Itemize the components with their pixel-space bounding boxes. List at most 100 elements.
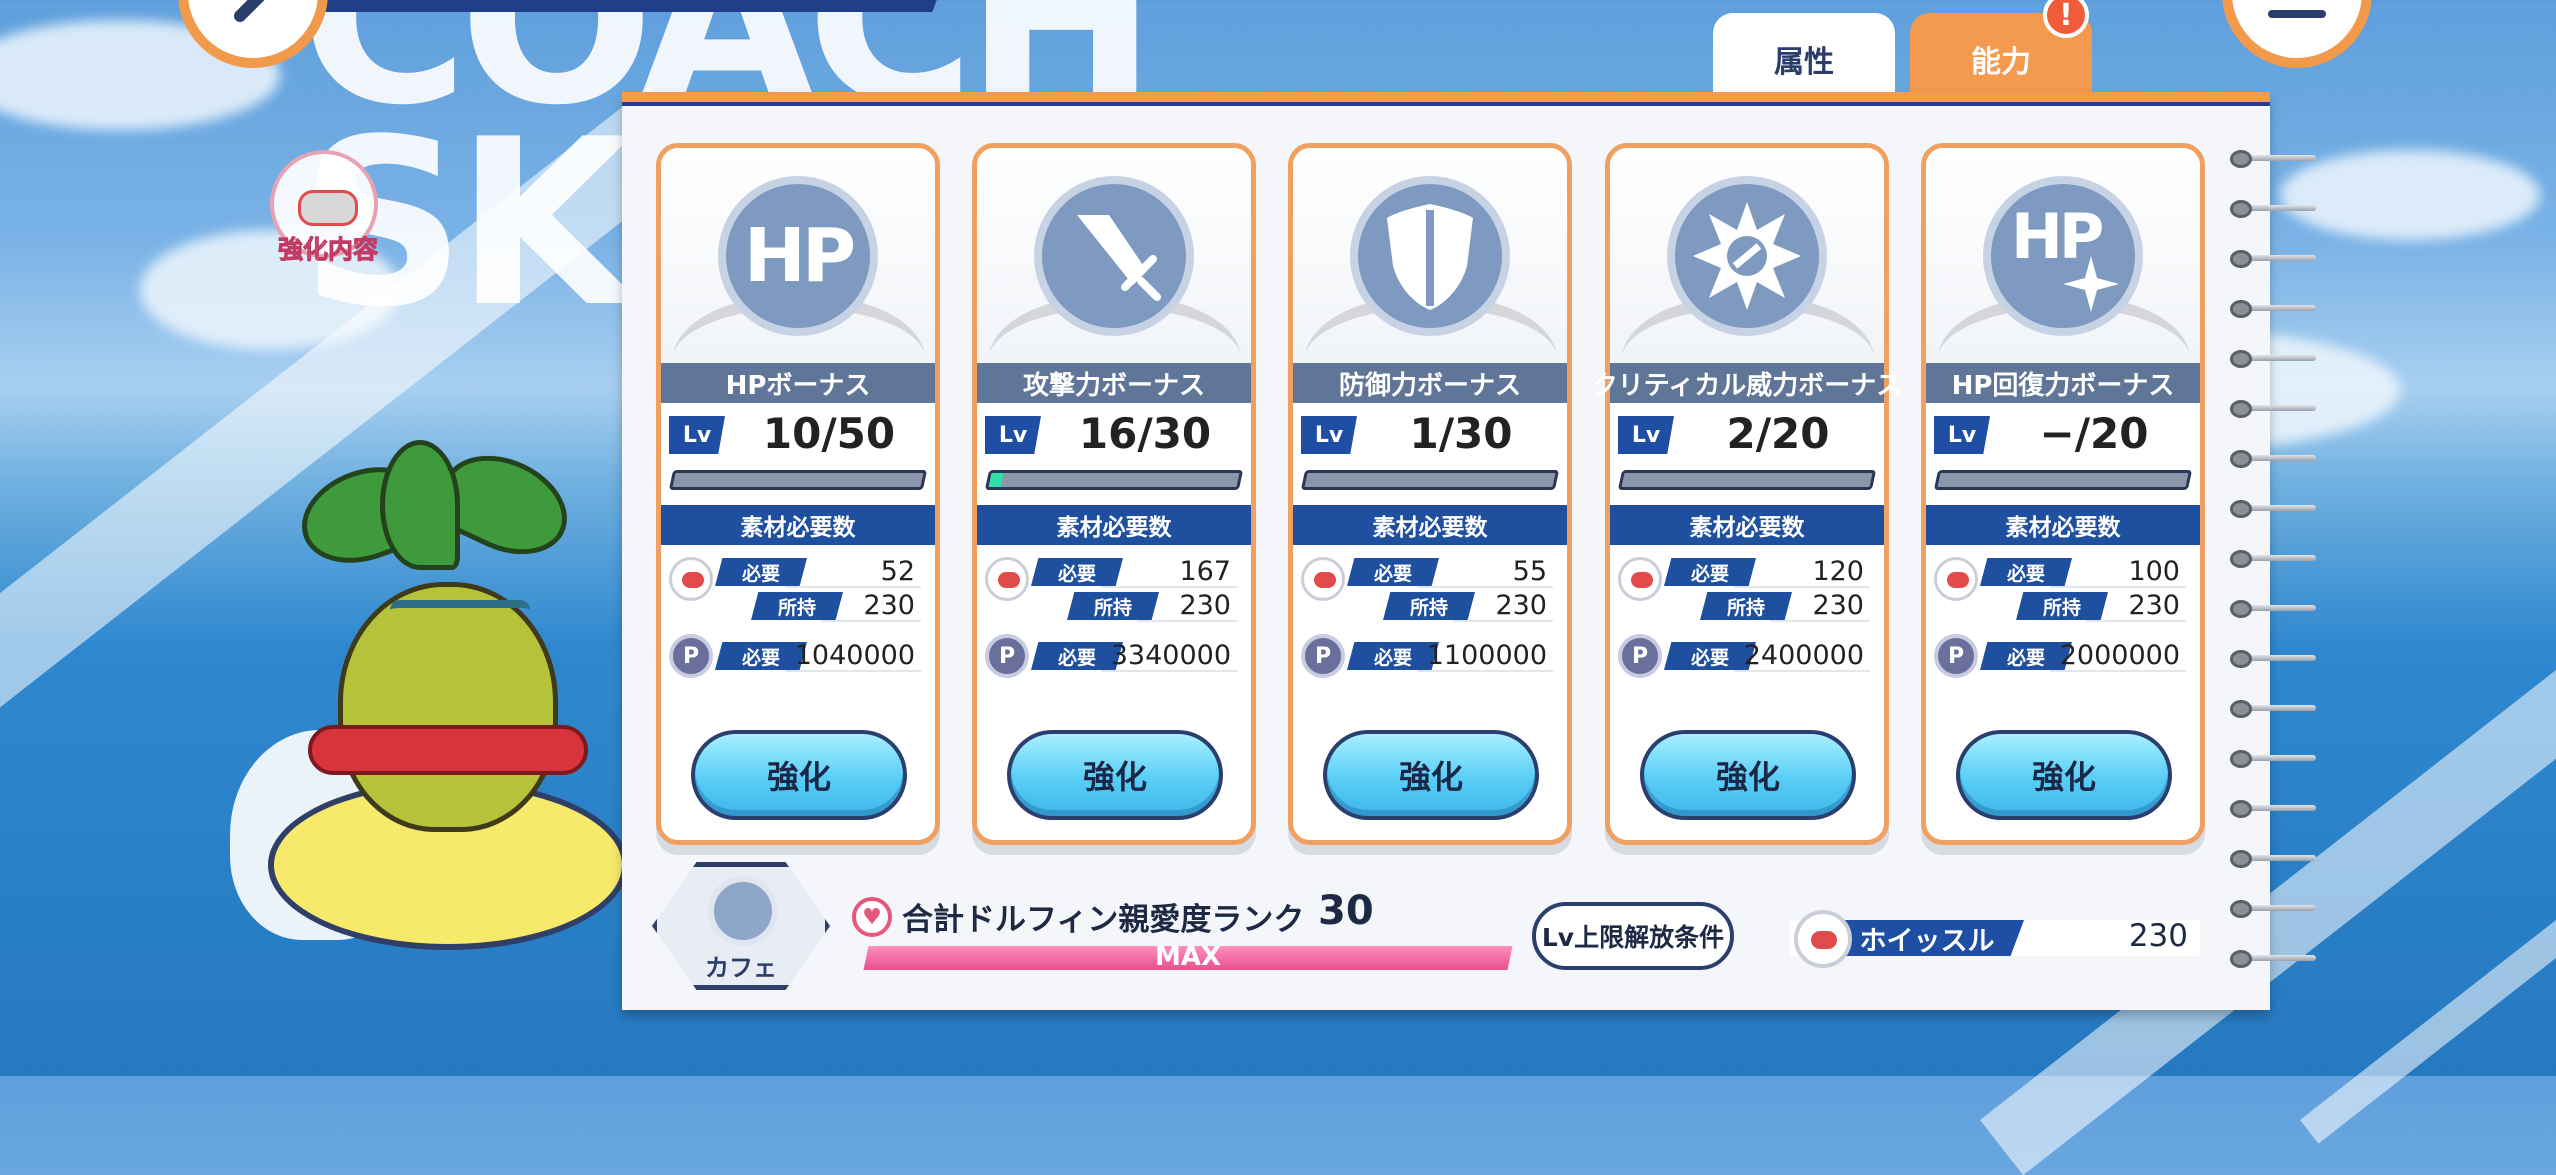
menu-button[interactable] — [2222, 0, 2372, 68]
coin-icon: P — [985, 634, 1029, 678]
whistle-required-row: 必要 100 — [1980, 556, 2186, 588]
owned-label: 所持 — [751, 592, 843, 620]
coin-icon: P — [669, 634, 713, 678]
materials-required-header: 素材必要数 — [1610, 505, 1884, 545]
level-progress-fill — [988, 473, 1004, 487]
binding-ring — [2230, 200, 2316, 218]
coin-icon: P — [1301, 634, 1345, 678]
whistle-required-value: 167 — [1179, 556, 1231, 587]
binding-ring — [2230, 250, 2316, 268]
binding-ring — [2230, 700, 2316, 718]
shield-icon — [1350, 176, 1510, 336]
level-tag: Lv — [1618, 416, 1674, 454]
affection-rank-label: 合計ドルフィン親愛度ランク — [902, 902, 1305, 938]
coin-required-value: 3340000 — [1110, 640, 1231, 671]
whistle-owned-row: 所持 230 — [1383, 590, 1553, 622]
coin-required-row: 必要 2000000 — [1980, 642, 2186, 672]
required-label: 必要 — [1031, 558, 1123, 586]
card-icon-area: HP — [1926, 148, 2200, 363]
coin-required-value: 1100000 — [1426, 640, 1547, 671]
level-tag: Lv — [669, 416, 725, 454]
card-icon-area — [1293, 148, 1567, 363]
enhance-content-label[interactable]: 強化内容 — [268, 230, 388, 266]
enhance-button[interactable]: 強化 — [1640, 730, 1856, 820]
required-label: 必要 — [1980, 558, 2072, 586]
required-label: 必要 — [1031, 642, 1123, 670]
level-value: −/20 — [2039, 409, 2149, 458]
hp-recovery-icon: HP — [1983, 176, 2143, 336]
level-progress-fill — [1937, 473, 1941, 487]
ability-title: HP回復力ボーナス — [1926, 363, 2200, 403]
level-value: 2/20 — [1726, 409, 1830, 458]
level-value: 16/30 — [1078, 409, 1212, 458]
back-button[interactable] — [178, 0, 328, 68]
whistle-owned-value: 230 — [1495, 590, 1547, 621]
ability-card: HP HPボーナス Lv 10/50 素材必要数 必要 52 所持 230 P … — [656, 143, 940, 845]
whistle-required-value: 55 — [1512, 556, 1547, 587]
binding-ring — [2230, 800, 2316, 818]
required-label: 必要 — [1664, 558, 1756, 586]
cafe-icon — [708, 876, 778, 946]
whistle-required-value: 100 — [2128, 556, 2180, 587]
enhance-button[interactable]: 強化 — [691, 730, 907, 820]
owned-label: 所持 — [1383, 592, 1475, 620]
whistle-icon — [1618, 557, 1662, 601]
flower-lei — [308, 725, 588, 775]
whistle-required-row: 必要 52 — [715, 556, 921, 588]
owned-label: 所持 — [2016, 592, 2108, 620]
whistle-owned-value: 230 — [2128, 590, 2180, 621]
level-progress-bar — [984, 470, 1244, 490]
binding-ring — [2230, 850, 2316, 868]
heart-icon: ♥ — [852, 897, 892, 937]
whistle-owned-row: 所持 230 — [751, 590, 921, 622]
materials-required-header: 素材必要数 — [661, 505, 935, 545]
required-label: 必要 — [715, 558, 807, 586]
binding-ring — [2230, 750, 2316, 768]
binding-ring — [2230, 500, 2316, 518]
level-tag: Lv — [1301, 416, 1357, 454]
binding-ring — [2230, 400, 2316, 418]
whistle-required-value: 52 — [880, 556, 915, 587]
level-tag: Lv — [1934, 416, 1990, 454]
enhance-button[interactable]: 強化 — [1007, 730, 1223, 820]
required-label: 必要 — [1980, 642, 2072, 670]
binding-ring — [2230, 550, 2316, 568]
level-progress-bar — [668, 470, 928, 490]
owned-label: 所持 — [1067, 592, 1159, 620]
whistle-owned-row: 所持 230 — [1700, 592, 1870, 622]
enhance-button[interactable]: 強化 — [1323, 730, 1539, 820]
binding-ring — [2230, 900, 2316, 918]
affection-rank-value: 30 — [1318, 888, 1374, 934]
level-progress-bar — [1617, 470, 1877, 490]
header-banner — [312, 0, 948, 12]
binding-ring — [2230, 600, 2316, 618]
level-limit-conditions-button[interactable]: Lv上限解放条件 — [1532, 902, 1734, 970]
whistle-icon — [985, 557, 1029, 601]
whistle-owned-value: 230 — [1179, 590, 1231, 621]
materials-required-header: 素材必要数 — [1926, 505, 2200, 545]
ability-title: クリティカル威力ボーナス — [1592, 363, 1902, 403]
binding-ring — [2230, 450, 2316, 468]
whistle-icon — [1301, 557, 1345, 601]
owned-label: 所持 — [1700, 592, 1792, 620]
level-value: 1/30 — [1409, 409, 1513, 458]
ability-title: 攻撃力ボーナス — [977, 363, 1251, 403]
whistle-required-row: 必要 55 — [1347, 556, 1553, 588]
whistle-required-value: 120 — [1812, 556, 1864, 587]
required-label: 必要 — [1347, 558, 1439, 586]
whistle-required-row: 必要 167 — [1031, 556, 1237, 588]
critical-burst-icon — [1667, 176, 1827, 336]
enhance-button[interactable]: 強化 — [1956, 730, 2172, 820]
level-progress-fill — [1304, 473, 1308, 487]
coin-required-row: 必要 2400000 — [1664, 640, 1870, 672]
affection-rank-max-text: MAX — [1154, 942, 1222, 972]
coin-required-row: 必要 1040000 — [715, 642, 921, 672]
coin-required-value: 2400000 — [1743, 640, 1864, 671]
coin-icon: P — [1618, 634, 1662, 678]
ability-title: 防御力ボーナス — [1293, 363, 1567, 403]
level-progress-bar — [1300, 470, 1560, 490]
level-tag: Lv — [985, 416, 1041, 454]
binding-ring — [2230, 950, 2316, 968]
whistle-count: 230 — [2128, 918, 2188, 954]
whistle-owned-value: 230 — [863, 590, 915, 621]
